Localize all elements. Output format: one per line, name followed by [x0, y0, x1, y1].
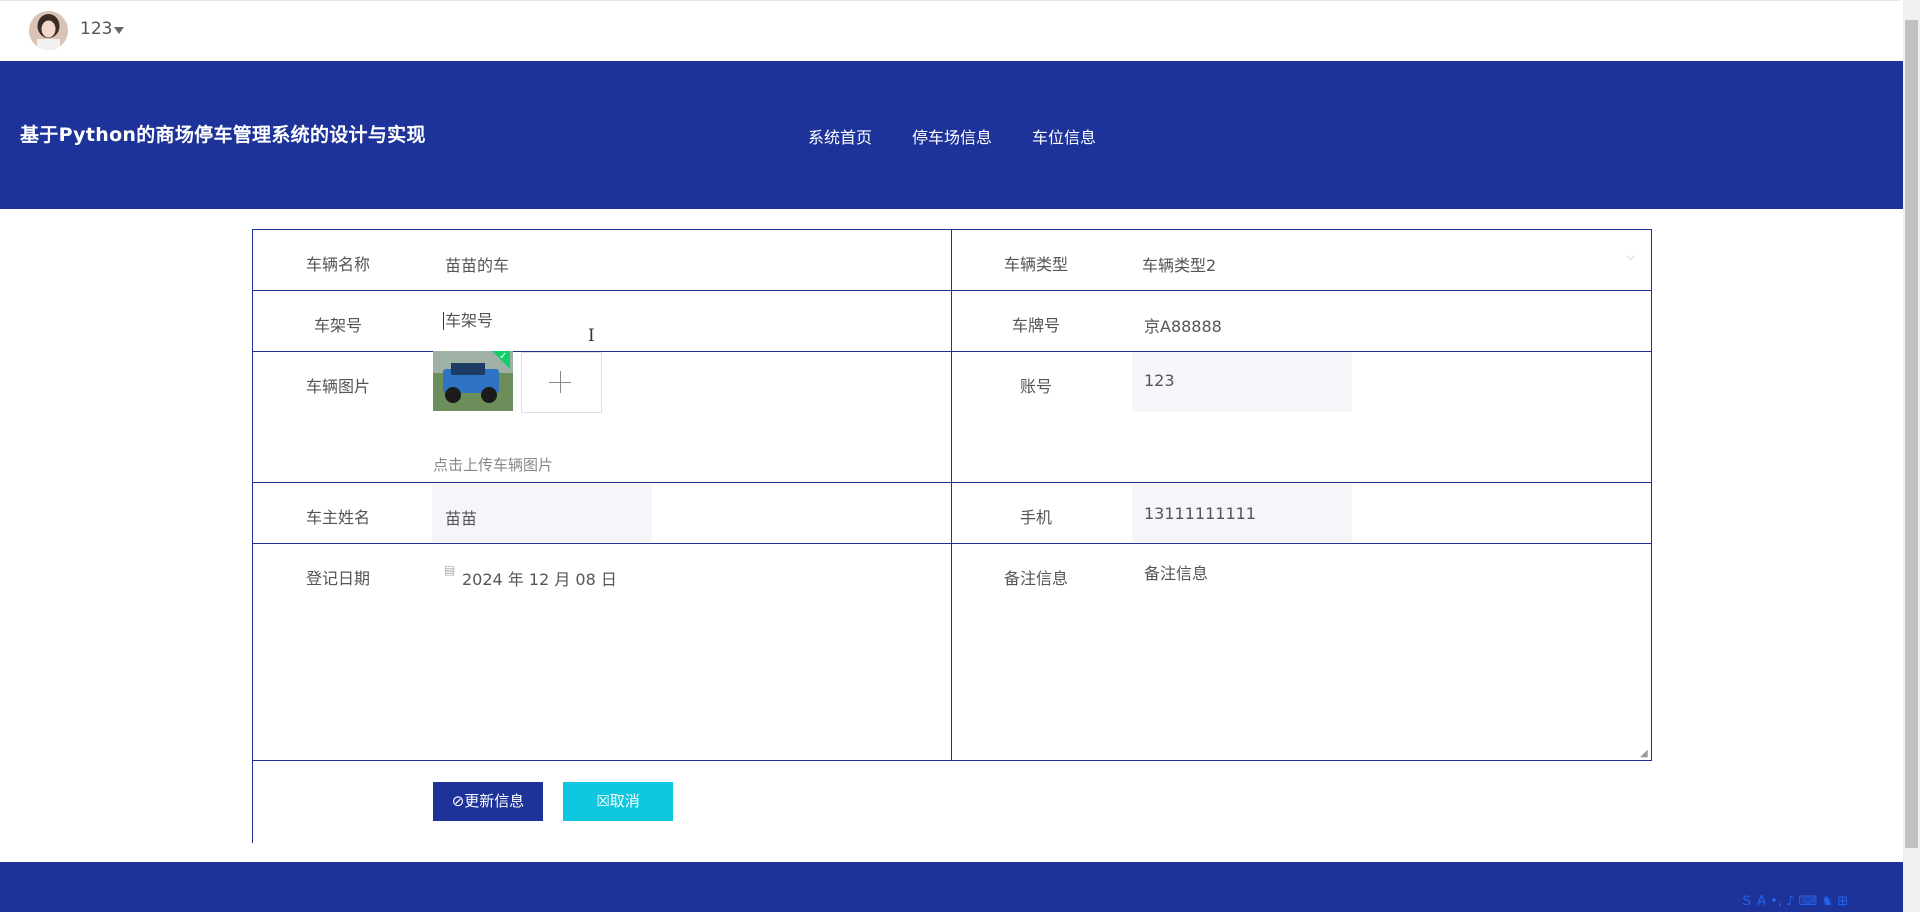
date-label: 登记日期	[305, 569, 370, 588]
plate-label: 车牌号	[1011, 316, 1060, 335]
grid-line	[951, 229, 952, 760]
vehicle-name-input[interactable]: 苗苗的车	[445, 252, 509, 276]
cancel-button[interactable]: ☒取消	[563, 782, 673, 821]
owner-label: 车主姓名	[305, 508, 370, 527]
frame-no-input[interactable]: 车架号	[443, 312, 493, 330]
plate-input[interactable]: 京A88888	[1144, 313, 1222, 337]
owner-value: 苗苗	[445, 509, 478, 528]
grid-line	[252, 543, 1652, 544]
check-icon: ✓	[499, 351, 508, 362]
grid-line	[1651, 229, 1652, 760]
image-upload-hint: 点击上传车辆图片	[433, 456, 554, 474]
scrollbar-thumb[interactable]	[1905, 20, 1918, 848]
grid-line	[252, 229, 253, 843]
nav-parking-space[interactable]: 车位信息	[1032, 124, 1096, 148]
chevron-down-icon[interactable]	[114, 27, 124, 34]
ime-tray-icon[interactable]: Ｓ A •, ♪ ⌨ ♞ ⊞	[1740, 890, 1848, 909]
vehicle-name-label: 车辆名称	[305, 255, 370, 274]
upload-button[interactable]	[521, 352, 602, 413]
text-cursor-icon: I	[588, 326, 595, 346]
phone-value: 13111111111	[1144, 504, 1256, 523]
site-title: 基于Python的商场停车管理系统的设计与实现	[20, 124, 426, 146]
nav-parking-lot[interactable]: 停车场信息	[912, 124, 992, 148]
footer	[0, 862, 1903, 912]
resize-handle-icon[interactable]: ◢	[1640, 748, 1648, 759]
date-input[interactable]: 2024 年 12 月 08 日	[462, 566, 617, 590]
image-label: 车辆图片	[305, 377, 370, 396]
remark-label: 备注信息	[1003, 569, 1068, 588]
user-bar	[0, 0, 1900, 61]
avatar[interactable]	[29, 11, 68, 50]
account-label: 账号	[1019, 377, 1052, 396]
account-value: 123	[1144, 371, 1175, 390]
grid-line	[252, 482, 1652, 483]
frame-no-label: 车架号	[313, 316, 362, 335]
calendar-icon[interactable]: ▤	[444, 563, 455, 577]
update-button[interactable]: ⊘更新信息	[433, 782, 543, 821]
grid-line	[252, 229, 1652, 230]
plus-icon	[560, 371, 561, 393]
vehicle-type-select[interactable]: 车辆类型2	[1142, 252, 1216, 276]
vehicle-type-label: 车辆类型	[1003, 255, 1068, 274]
phone-label: 手机	[1019, 508, 1052, 527]
chevron-down-icon[interactable]: ⌵	[1626, 249, 1635, 264]
remark-textarea[interactable]: 备注信息	[1144, 560, 1208, 584]
nav-home[interactable]: 系统首页	[808, 124, 872, 148]
username[interactable]: 123	[80, 19, 112, 39]
grid-line	[252, 760, 1652, 761]
grid-line	[252, 290, 1652, 291]
